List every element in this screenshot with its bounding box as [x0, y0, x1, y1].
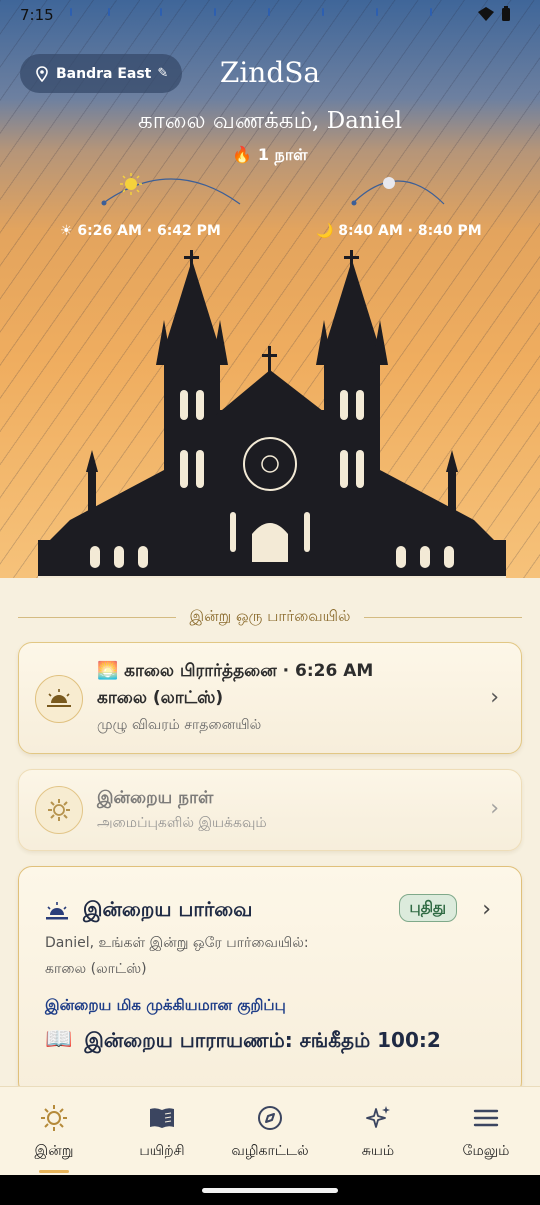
overview-title: இன்றைய பார்வை [83, 897, 253, 921]
bottom-navigation: இன்று பயிற்சி வழிகாட்டல் சுயம் மேலும் [0, 1086, 540, 1175]
reading-text: இன்றைய பாராயணம்: சங்கீதம் 100:2 [84, 1028, 441, 1052]
menu-icon [473, 1109, 499, 1127]
nav-label: இன்று [34, 1143, 74, 1159]
nav-item-guidance[interactable]: வழிகாட்டல் [216, 1087, 324, 1175]
nav-item-practice[interactable]: பயிற்சி [108, 1087, 216, 1175]
chevron-right-icon: › [490, 796, 499, 821]
overview-intro: Daniel, உங்கள் இன்று ஒரே பார்வையில்: [45, 935, 309, 951]
sunrise-icon [35, 675, 83, 723]
compass-icon [258, 1106, 282, 1130]
moon-times: 🌙 8:40 AM · 8:40 PM [316, 223, 482, 239]
nav-label: பயிற்சி [139, 1143, 185, 1159]
moon-arc-icon [351, 177, 445, 206]
sun-times: ☀ 6:26 AM · 6:42 PM [60, 223, 221, 239]
nav-label: வழிகாட்டல் [231, 1143, 309, 1159]
prayer-name: காலை (லாட்ஸ்) [97, 688, 224, 708]
overview-highlight: இன்றைய மிக முக்கியமான குறிப்பு [45, 996, 286, 1014]
sunrise-icon [46, 901, 68, 919]
open-book-icon: 📖 [45, 1027, 73, 1052]
chevron-right-icon: › [490, 685, 499, 710]
nav-label: சுயம் [361, 1143, 395, 1159]
section-divider: இன்று ஒரு பார்வையில் [18, 607, 523, 627]
prayer-subtitle: முழு விவரம் சாதனையில் [97, 717, 262, 733]
nav-item-self[interactable]: சுயம் [324, 1087, 432, 1175]
active-indicator [39, 1170, 69, 1173]
section-title: இன்று ஒரு பார்வையில் [189, 607, 351, 625]
prayer-card[interactable]: 🌅 காலை பிரார்த்தனை · 6:26 AM காலை (லாட்ஸ… [18, 642, 522, 754]
nav-item-today[interactable]: இன்று [0, 1087, 108, 1175]
nav-item-more[interactable]: மேலும் [432, 1087, 540, 1175]
status-time: 7:15 [20, 6, 54, 24]
app-brand: ZindSa [219, 56, 321, 89]
day-title: இன்றைய நாள் [97, 788, 214, 808]
overview-prayer: காலை (லாட்ஸ்) [45, 961, 147, 977]
hero-banner: 7:15 Bandra East ✎ ZindSa காலை வணக்கம், … [0, 0, 540, 578]
status-icons [476, 6, 520, 26]
status-bar: 7:15 [0, 0, 540, 34]
day-card[interactable]: இன்றைய நாள் அமைப்புகளில் இயக்கவும் › [18, 769, 522, 851]
sun-arc-icon [101, 173, 241, 206]
new-badge: புதிது [398, 894, 457, 922]
sun-icon [41, 1105, 67, 1131]
nav-label: மேலும் [462, 1143, 510, 1159]
reading-row: 📖 இன்றைய பாராயணம்: சங்கீதம் 100:2 [45, 1025, 504, 1055]
day-subtitle: அமைப்புகளில் இயக்கவும் [97, 815, 267, 831]
streak-counter: 🔥 1 நாள் [232, 145, 308, 164]
book-icon [150, 1108, 174, 1128]
church-illustration [38, 250, 506, 578]
greeting: காலை வணக்கம், Daniel [137, 108, 403, 134]
wifi-battery-icon [478, 6, 510, 21]
sparkles-icon [366, 1106, 390, 1128]
overview-card[interactable]: இன்றைய பார்வை புதிது › Daniel, உங்கள் இன… [18, 866, 522, 1096]
chevron-right-icon[interactable]: › [482, 897, 491, 922]
home-gesture-bar[interactable] [202, 1188, 338, 1193]
prayer-title: 🌅 காலை பிரார்த்தனை · 6:26 AM [97, 661, 374, 681]
gear-sun-icon [35, 786, 83, 834]
